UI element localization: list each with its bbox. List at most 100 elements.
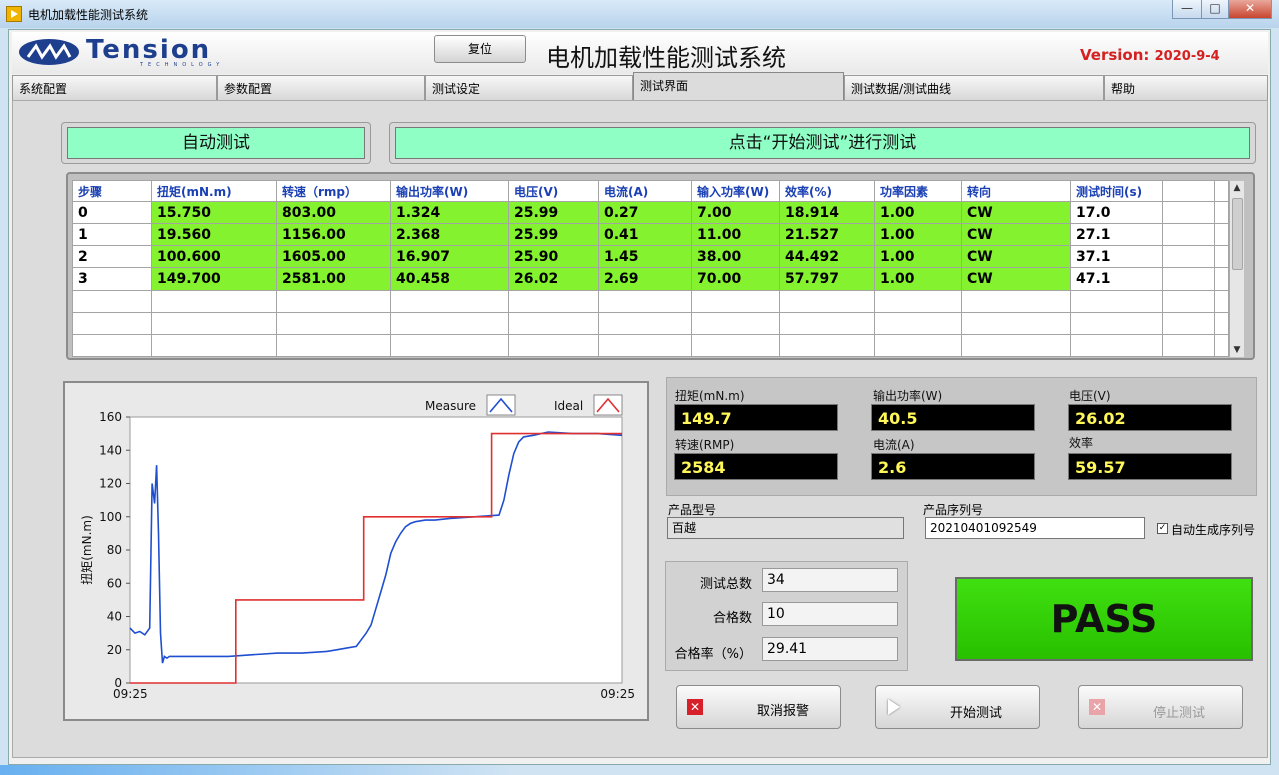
- table-row[interactable]: 2 100.600 1605.00 16.907 25.90 1.45 38.00 44.49…: [72, 245, 1229, 269]
- cancel-alarm-button[interactable]: ✕ 取消报警: [676, 685, 841, 729]
- cell-test-time: 17.0: [1070, 200, 1163, 225]
- plot-area: [129, 416, 623, 684]
- tab-test-interface[interactable]: 测试界面: [633, 72, 844, 101]
- col-header-direction: 转向: [961, 180, 1071, 202]
- cell-empty: [72, 289, 152, 313]
- cell-empty: [1070, 289, 1163, 313]
- cell-empty: [779, 289, 875, 313]
- cell-empty: [276, 311, 391, 335]
- tab-parameter-config[interactable]: 参数配置: [217, 75, 425, 100]
- cell-empty: [779, 333, 875, 358]
- reset-button[interactable]: 复位: [434, 35, 526, 63]
- cell-power-factor: 1.00: [874, 200, 962, 225]
- cell-empty: [390, 289, 509, 313]
- cell-empty: [1162, 311, 1215, 335]
- cell-voltage: 25.99: [508, 200, 599, 225]
- cell-torque: 149.700: [151, 267, 277, 291]
- cell-blank: [1162, 267, 1215, 291]
- col-header-test-time: 测试时间(s): [1070, 180, 1163, 202]
- cell-empty: [961, 289, 1071, 313]
- cell-empty: [1214, 333, 1229, 358]
- y-tick-label: 60: [107, 576, 122, 590]
- cell-speed: 1156.00: [276, 223, 391, 247]
- cell-empty: [874, 289, 962, 313]
- maximize-button[interactable]: □: [1201, 0, 1229, 19]
- table-row-empty[interactable]: [72, 311, 1229, 335]
- tab-help[interactable]: 帮助: [1104, 75, 1268, 100]
- tab-test-data-curves[interactable]: 测试数据/测试曲线: [844, 75, 1104, 100]
- cell-empty: [151, 311, 277, 335]
- cell-empty: [1162, 289, 1215, 313]
- torque-readout-label: 扭矩(mN.m): [675, 389, 745, 403]
- minimize-button[interactable]: —: [1172, 0, 1202, 19]
- cell-empty: [508, 333, 599, 358]
- cell-empty: [1162, 333, 1215, 358]
- cell-torque: 100.600: [151, 245, 277, 269]
- y-tick-label: 120: [99, 477, 122, 491]
- x-tick-label: 09:25: [600, 687, 635, 701]
- voltage-readout-label: 电压(V): [1069, 389, 1111, 403]
- cell-step: 0: [72, 200, 152, 225]
- cell-speed: 803.00: [276, 200, 391, 225]
- cell-current: 2.69: [598, 267, 692, 291]
- app-icon: [6, 6, 22, 22]
- total-tests-label: 测试总数: [699, 577, 752, 592]
- col-header-step: 步骤: [72, 180, 152, 202]
- y-tick-label: 80: [107, 543, 122, 557]
- window-titlebar[interactable]: [0, 0, 1279, 28]
- efficiency-readout-label: 效率: [1069, 436, 1094, 450]
- cell-empty: [1214, 311, 1229, 335]
- cell-blank: [1214, 200, 1229, 225]
- auto-serial-checkbox[interactable]: ✓: [1157, 523, 1168, 534]
- cell-output-power: 40.458: [390, 267, 509, 291]
- stop-test-button[interactable]: ✕ 停止测试: [1078, 685, 1243, 729]
- y-tick-label: 140: [99, 443, 122, 457]
- cell-empty: [72, 311, 152, 335]
- start-test-button[interactable]: 开始测试: [875, 685, 1040, 729]
- play-icon: [888, 699, 900, 715]
- close-icon: ✕: [687, 699, 703, 715]
- scroll-thumb[interactable]: [1232, 198, 1243, 270]
- pass-rate-label: 合格率（%）: [674, 647, 752, 662]
- table-row[interactable]: 0 15.750 803.00 1.324 25.99 0.27 7.00 18.914 1.0…: [72, 200, 1229, 225]
- cell-empty: [390, 333, 509, 358]
- cell-torque: 15.750: [151, 200, 277, 225]
- cell-voltage: 26.02: [508, 267, 599, 291]
- table-header-row: 步骤 扭矩(mN.m) 转速（rmp） 输出功率(W) 电压(V) 电流(A) …: [72, 180, 1229, 202]
- scroll-down-icon[interactable]: ▼: [1230, 343, 1244, 357]
- version-label: Version: 2020-9-4: [1080, 46, 1220, 64]
- close-icon: ✕: [1089, 699, 1105, 715]
- y-tick-label: 40: [107, 610, 122, 624]
- current-readout: 2.6: [871, 453, 1035, 480]
- cell-torque: 19.560: [151, 223, 277, 247]
- product-serial-label: 产品序列号: [923, 503, 984, 517]
- cell-input-power: 38.00: [691, 245, 780, 269]
- passed-count-label: 合格数: [712, 611, 752, 626]
- table-scrollbar[interactable]: ▲ ▼: [1229, 181, 1244, 357]
- col-header-output-power: 输出功率(W): [390, 180, 509, 202]
- col-header-blank: [1162, 180, 1215, 202]
- table-row-empty[interactable]: [72, 333, 1229, 358]
- tab-test-settings[interactable]: 测试设定: [425, 75, 633, 100]
- close-button[interactable]: ✕: [1228, 0, 1272, 19]
- cell-efficiency: 18.914: [779, 200, 875, 225]
- tab-system-config[interactable]: 系统配置: [12, 75, 217, 100]
- efficiency-readout: 59.57: [1068, 453, 1232, 480]
- cell-current: 1.45: [598, 245, 692, 269]
- cell-empty: [276, 333, 391, 358]
- cell-blank: [1214, 245, 1229, 269]
- cell-empty: [598, 311, 692, 335]
- col-header-voltage: 电压(V): [508, 180, 599, 202]
- cell-empty: [779, 311, 875, 335]
- torque-chart-panel: 0 20 40 60 80 100 120 140 160 09:25 09:25 扭矩(mN.m) M…: [63, 381, 649, 721]
- current-readout-label: 电流(A): [873, 438, 915, 452]
- product-serial-input[interactable]: 20210401092549: [925, 517, 1145, 539]
- table-row[interactable]: 3 149.700 2581.00 40.458 26.02 2.69 70.00 57.79…: [72, 267, 1229, 291]
- pass-rate-value: 29.41: [762, 637, 898, 661]
- speed-readout-label: 转速(RMP): [675, 438, 735, 452]
- product-model-label: 产品型号: [668, 503, 717, 517]
- cell-speed: 2581.00: [276, 267, 391, 291]
- table-row[interactable]: 1 19.560 1156.00 2.368 25.99 0.41 11.00 21.527 1…: [72, 223, 1229, 247]
- scroll-up-icon[interactable]: ▲: [1230, 181, 1244, 195]
- table-row-empty[interactable]: [72, 289, 1229, 313]
